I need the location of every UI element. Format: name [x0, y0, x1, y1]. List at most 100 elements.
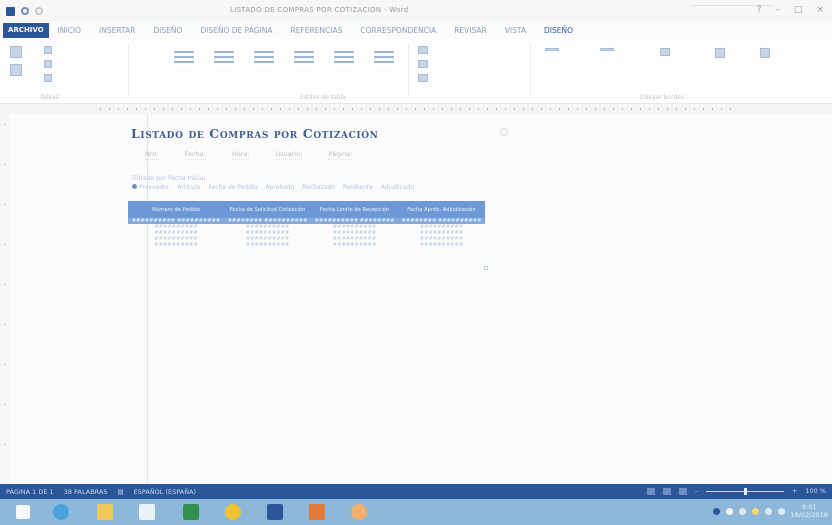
- minimize-icon[interactable]: –: [775, 5, 780, 15]
- total-row-option[interactable]: [10, 64, 22, 76]
- tab-diseno[interactable]: DISEÑO: [144, 26, 191, 35]
- taskbar-word[interactable]: [262, 502, 288, 522]
- clock-date: 18/02/2016: [790, 511, 828, 519]
- tab-file[interactable]: ARCHIVO: [3, 22, 49, 38]
- tab-inicio[interactable]: INICIO: [49, 26, 90, 35]
- table-style-4[interactable]: [290, 46, 318, 68]
- table-style-5[interactable]: [330, 46, 358, 68]
- tab-vista[interactable]: VISTA: [496, 26, 535, 35]
- print-layout-icon[interactable]: [662, 487, 671, 495]
- field-nro[interactable]: Nro:: [145, 150, 159, 160]
- document-heading[interactable]: Listado de Compras por Cotización: [131, 126, 378, 141]
- field-pagina[interactable]: Página:: [328, 150, 353, 160]
- maximize-icon[interactable]: □: [794, 5, 803, 15]
- table-style-1[interactable]: [170, 46, 198, 68]
- border-styles-button[interactable]: [418, 74, 428, 82]
- filter-option-label: Proveedor: [139, 184, 170, 191]
- sync-icon[interactable]: [738, 507, 746, 515]
- tab-diseno-pagina[interactable]: DISEÑO DE PÁGINA: [191, 26, 281, 35]
- line-style-dropdown[interactable]: [545, 48, 559, 51]
- borders-button[interactable]: [418, 60, 428, 68]
- zoom-level[interactable]: 100 %: [805, 487, 826, 495]
- page-count[interactable]: PÁGINA 1 DE 1: [6, 488, 54, 496]
- proofing-icon[interactable]: ▤: [117, 488, 123, 496]
- zoom-slider[interactable]: [705, 487, 784, 495]
- table-resize-handle[interactable]: [484, 266, 488, 270]
- table-cell[interactable]: ##########: [128, 242, 224, 248]
- zoom-thumb[interactable]: [743, 487, 747, 495]
- redo-icon[interactable]: [35, 7, 43, 15]
- undo-icon[interactable]: [21, 7, 29, 15]
- pencil-icon: [715, 48, 725, 58]
- start-button[interactable]: [10, 502, 36, 522]
- tab-table-design[interactable]: DISEÑO: [535, 26, 582, 35]
- last-column-option[interactable]: [44, 60, 52, 68]
- close-icon[interactable]: ×: [816, 5, 824, 15]
- tab-correspondencia[interactable]: CORRESPONDENCIA: [351, 26, 445, 35]
- borders-icon: [418, 60, 428, 68]
- taskbar-paint[interactable]: [346, 502, 372, 522]
- orders-table[interactable]: Número de Pedido Fecha de Solicitud Coti…: [128, 201, 485, 248]
- help-icon[interactable]: ?: [757, 5, 762, 15]
- language[interactable]: ESPAÑOL (ESPAÑA): [134, 488, 196, 496]
- taskbar-chrome[interactable]: [220, 502, 246, 522]
- volume-icon[interactable]: [777, 507, 785, 515]
- field-hora[interactable]: Hora:: [231, 150, 250, 160]
- filter-option-5[interactable]: Pendiente: [343, 184, 373, 191]
- read-mode-icon[interactable]: [646, 487, 655, 495]
- header-row-option[interactable]: [10, 46, 22, 58]
- filter-option-1[interactable]: Artículo: [177, 184, 200, 191]
- draw-table-button[interactable]: [715, 48, 725, 58]
- horizontal-ruler[interactable]: [0, 104, 832, 114]
- column-header[interactable]: Número de Pedido: [128, 201, 225, 218]
- banded-columns-option[interactable]: [44, 74, 52, 82]
- group-label-tablas: Tablas: [40, 94, 59, 101]
- column-header[interactable]: Fecha Límite de Recepción: [311, 201, 398, 218]
- network-icon[interactable]: [712, 507, 720, 515]
- tab-revisar[interactable]: REVISAR: [445, 26, 496, 35]
- table-cell[interactable]: ##########: [311, 242, 398, 248]
- line-icon: [545, 48, 559, 51]
- filter-option-0[interactable]: Proveedor: [132, 184, 169, 191]
- zoom-out-icon[interactable]: –: [695, 487, 698, 495]
- filter-option-2[interactable]: Fecha de Pedido: [208, 184, 257, 191]
- zoom-in-icon[interactable]: +: [792, 487, 797, 495]
- clock[interactable]: 9:01 18/02/2016: [791, 503, 828, 519]
- taskbar-store[interactable]: [134, 502, 160, 522]
- column-header[interactable]: Fecha Aprob. Adjudicación: [397, 201, 485, 218]
- filter-option-6[interactable]: Adjudicado: [381, 184, 414, 191]
- taskbar-excel[interactable]: [178, 502, 204, 522]
- taskbar-explorer[interactable]: [92, 502, 118, 522]
- taskbar: 9:01 18/02/2016: [0, 499, 832, 525]
- taskbar-ie[interactable]: [48, 502, 74, 522]
- tab-referencias[interactable]: REFERENCIAS: [281, 26, 351, 35]
- filter-option-3[interactable]: Aprobado: [265, 184, 294, 191]
- table-cell[interactable]: ##########: [224, 242, 311, 248]
- dropbox-icon[interactable]: [725, 507, 733, 515]
- pen-color-icon: [660, 48, 670, 56]
- first-column-option[interactable]: [44, 46, 52, 54]
- column-header[interactable]: Fecha de Solicitud Cotización: [224, 201, 311, 218]
- filter-options: Proveedor Artículo Fecha de Pedido Aprob…: [132, 184, 414, 191]
- word-count[interactable]: 38 PALABRAS: [64, 488, 108, 496]
- eraser-button[interactable]: [760, 48, 770, 58]
- battery-icon[interactable]: [764, 507, 772, 515]
- field-fecha[interactable]: Fecha:: [184, 150, 206, 160]
- table-style-6[interactable]: [370, 46, 398, 68]
- page-margin-line: [147, 114, 148, 484]
- vertical-ruler[interactable]: [0, 114, 10, 484]
- table-style-3[interactable]: [250, 46, 278, 68]
- notification-icon[interactable]: [751, 507, 759, 515]
- line-weight-dropdown[interactable]: [600, 48, 614, 51]
- field-usuario[interactable]: Usuario:: [275, 150, 303, 160]
- pen-color-dropdown[interactable]: [660, 48, 670, 56]
- tab-insertar[interactable]: INSERTAR: [90, 26, 144, 35]
- shading-button[interactable]: [418, 46, 428, 54]
- status-bar: PÁGINA 1 DE 1 38 PALABRAS ▤ ESPAÑOL (ESP…: [0, 484, 832, 499]
- table-style-2[interactable]: [210, 46, 238, 68]
- table-cell[interactable]: ##########: [398, 242, 485, 248]
- save-icon[interactable]: [6, 6, 15, 16]
- filter-option-4[interactable]: Rechazado: [302, 184, 335, 191]
- taskbar-powerpoint[interactable]: [304, 502, 330, 522]
- web-layout-icon[interactable]: [678, 487, 687, 495]
